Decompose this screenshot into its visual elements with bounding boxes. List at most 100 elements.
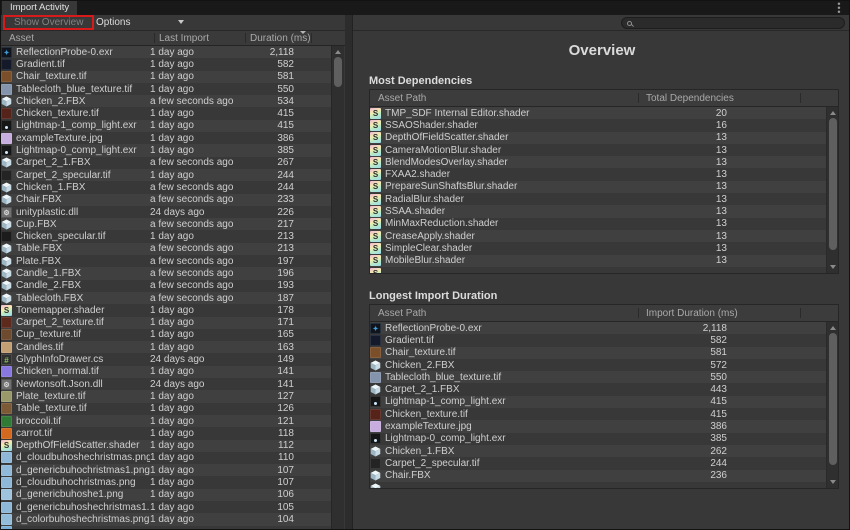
scrollbar-thumb[interactable] <box>829 118 837 250</box>
duration-value: 385 <box>240 145 300 156</box>
asset-name: Chair_texture.tif <box>16 71 150 82</box>
table-row[interactable]: ⚙unityplastic.dll24 days ago226 <box>1 206 331 218</box>
show-overview-button[interactable]: Show Overview <box>3 15 94 30</box>
table-row[interactable]: SFXAA2.shader13 <box>370 168 826 180</box>
table-row[interactable]: Chicken_specular.tif1 day ago213 <box>1 230 331 242</box>
scroll-up-icon[interactable] <box>335 50 341 54</box>
table-row[interactable]: SBlendModesOverlay.shader13 <box>370 156 826 168</box>
scroll-up-icon[interactable] <box>830 326 836 330</box>
table-row[interactable]: carrot.tif1 day ago118 <box>1 427 331 439</box>
table-row[interactable]: Carpet_2_specular.tif244 <box>370 457 826 469</box>
scrollbar-thumb[interactable] <box>829 333 837 465</box>
table-row[interactable]: SRadialBlur.shader13 <box>370 193 826 205</box>
tab-import-activity[interactable]: Import Activity <box>2 1 77 15</box>
table-row[interactable]: Chair_texture.tif1 day ago581 <box>1 71 331 83</box>
table-row[interactable]: Carpet_2_1.FBX443 <box>370 383 826 395</box>
table-row[interactable]: STonemapper.shader1 day ago178 <box>1 304 331 316</box>
search-box[interactable] <box>621 17 845 29</box>
kebab-menu-icon[interactable]: ••• <box>835 2 843 14</box>
table-row[interactable]: Chair.FBX236 <box>370 470 826 482</box>
table-row[interactable]: d_genericbuhoshe1.png1 day ago106 <box>1 489 331 501</box>
table-row[interactable]: Plate_texture.tif1 day ago127 <box>1 390 331 402</box>
table-row[interactable]: Chicken_2.FBXa few seconds ago534 <box>1 95 331 107</box>
table-row[interactable]: Chicken_1.FBXa few seconds ago244 <box>1 181 331 193</box>
table-row[interactable]: Gradient.tif1 day ago582 <box>1 58 331 70</box>
table-row[interactable]: Candle_1.FBXa few seconds ago196 <box>1 267 331 279</box>
scrollbar-vertical[interactable] <box>826 107 838 273</box>
table-row[interactable]: SMinMaxReduction.shader13 <box>370 218 826 230</box>
table-row[interactable]: Plate.FBXa few seconds ago197 <box>1 255 331 267</box>
table-row[interactable]: SSimpleClear.shader13 <box>370 242 826 254</box>
table-row[interactable]: #GlyphInfoDrawer.cs24 days ago149 <box>1 353 331 365</box>
table-row[interactable]: Lightmap-1_comp_light.exr415 <box>370 396 826 408</box>
table-row-partial[interactable]: S <box>370 267 826 273</box>
table-row[interactable]: SMobileBlur.shader13 <box>370 255 826 267</box>
table-row[interactable]: Tablecloth_blue_texture.tif550 <box>370 371 826 383</box>
table-row[interactable]: Gradient.tif582 <box>370 334 826 346</box>
duration-value: 582 <box>240 59 300 70</box>
table-row[interactable]: Chair.FBXa few seconds ago233 <box>1 194 331 206</box>
table-row[interactable]: Chicken_normal.tif1 day ago141 <box>1 366 331 378</box>
table-row[interactable]: SDepthOfFieldScatter.shader13 <box>370 132 826 144</box>
table-row[interactable]: Lightmap-1_comp_light.exr1 day ago415 <box>1 120 331 132</box>
table-row[interactable]: SPrepareSunShaftsBlur.shader13 <box>370 181 826 193</box>
table-row[interactable]: Chicken_texture.tif1 day ago415 <box>1 107 331 119</box>
texture-icon <box>1 342 12 353</box>
table-row[interactable]: Carpet_2_1.FBXa few seconds ago267 <box>1 157 331 169</box>
scrollbar-vertical[interactable] <box>826 322 838 488</box>
table-row[interactable]: d_genericbuhoshechristmas1.png1 day ago1… <box>1 501 331 513</box>
column-import-duration[interactable]: Import Duration (ms) <box>646 308 738 319</box>
table-row-partial[interactable] <box>1 526 331 530</box>
table-row[interactable]: ⚙Newtonsoft.Json.dll24 days ago141 <box>1 378 331 390</box>
table-row[interactable]: Lightmap-0_comp_light.exr385 <box>370 433 826 445</box>
table-row[interactable]: exampleTexture.jpg386 <box>370 420 826 432</box>
table-row[interactable]: Chicken_1.FBX262 <box>370 445 826 457</box>
column-asset-path[interactable]: Asset Path <box>378 308 426 319</box>
table-row[interactable]: ✦ReflectionProbe-0.exr2,118 <box>370 322 826 334</box>
column-last-import[interactable]: Last Import <box>159 33 209 44</box>
table-row[interactable]: STMP_SDF Internal Editor.shader20 <box>370 107 826 119</box>
table-row[interactable]: Cup_texture.tif1 day ago165 <box>1 329 331 341</box>
column-duration[interactable]: Duration (ms) <box>250 33 311 44</box>
table-row[interactable]: SDepthOfFieldScatter.shader1 day ago112 <box>1 440 331 452</box>
search-input[interactable] <box>636 18 839 28</box>
table-row[interactable]: broccoli.tif1 day ago121 <box>1 415 331 427</box>
options-dropdown[interactable]: Options <box>96 16 184 29</box>
table-row-partial[interactable] <box>370 482 826 488</box>
table-row[interactable]: Candle_2.FBXa few seconds ago193 <box>1 280 331 292</box>
column-asset[interactable]: Asset <box>9 33 34 44</box>
table-row[interactable]: Cup.FBXa few seconds ago217 <box>1 218 331 230</box>
column-asset-path[interactable]: Asset Path <box>378 93 426 104</box>
table-row[interactable]: Tablecloth_blue_texture.tif1 day ago550 <box>1 83 331 95</box>
column-total-dependencies[interactable]: Total Dependencies <box>646 93 734 104</box>
table-row[interactable]: Table.FBXa few seconds ago213 <box>1 243 331 255</box>
scroll-up-icon[interactable] <box>830 111 836 115</box>
table-row[interactable]: Chicken_2.FBX572 <box>370 359 826 371</box>
table-row[interactable]: SSSAA.shader13 <box>370 205 826 217</box>
table-row[interactable]: Candles.tif1 day ago163 <box>1 341 331 353</box>
table-row[interactable]: Table_texture.tif1 day ago126 <box>1 403 331 415</box>
table-row[interactable]: ✦ReflectionProbe-0.exr1 day ago2,118 <box>1 46 331 58</box>
table-row[interactable]: d_cloudbuhochristmas.png1 day ago107 <box>1 476 331 488</box>
table-row[interactable]: Tablecloth.FBXa few seconds ago187 <box>1 292 331 304</box>
table-row[interactable]: d_cloudbuhoshechristmas.png1 day ago110 <box>1 452 331 464</box>
scroll-down-icon[interactable] <box>830 480 836 484</box>
dll-plugin-icon: ⚙ <box>1 207 12 218</box>
table-row[interactable]: Chicken_texture.tif415 <box>370 408 826 420</box>
table-row[interactable]: Lightmap-0_comp_light.exr1 day ago385 <box>1 144 331 156</box>
table-row[interactable]: Carpet_2_specular.tif1 day ago244 <box>1 169 331 181</box>
scrollbar-thumb[interactable] <box>334 57 342 87</box>
table-row[interactable]: Chair_texture.tif581 <box>370 347 826 359</box>
asset-name: Tablecloth_blue_texture.tif <box>16 84 150 95</box>
texture-icon <box>370 335 381 346</box>
scroll-down-icon[interactable] <box>830 265 836 269</box>
table-row[interactable]: d_genericbuhochristmas1.png1 day ago107 <box>1 464 331 476</box>
table-row[interactable]: Carpet_2_texture.tif1 day ago171 <box>1 317 331 329</box>
pane-divider[interactable] <box>345 15 353 530</box>
table-row[interactable]: SCameraMotionBlur.shader13 <box>370 144 826 156</box>
table-row[interactable]: SCreaseApply.shader13 <box>370 230 826 242</box>
table-row[interactable]: SSSAOShader.shader16 <box>370 119 826 131</box>
table-row[interactable]: d_colorbuhoshechristmas.png1 day ago104 <box>1 513 331 525</box>
scrollbar-vertical[interactable] <box>331 46 344 530</box>
table-row[interactable]: exampleTexture.jpg1 day ago386 <box>1 132 331 144</box>
